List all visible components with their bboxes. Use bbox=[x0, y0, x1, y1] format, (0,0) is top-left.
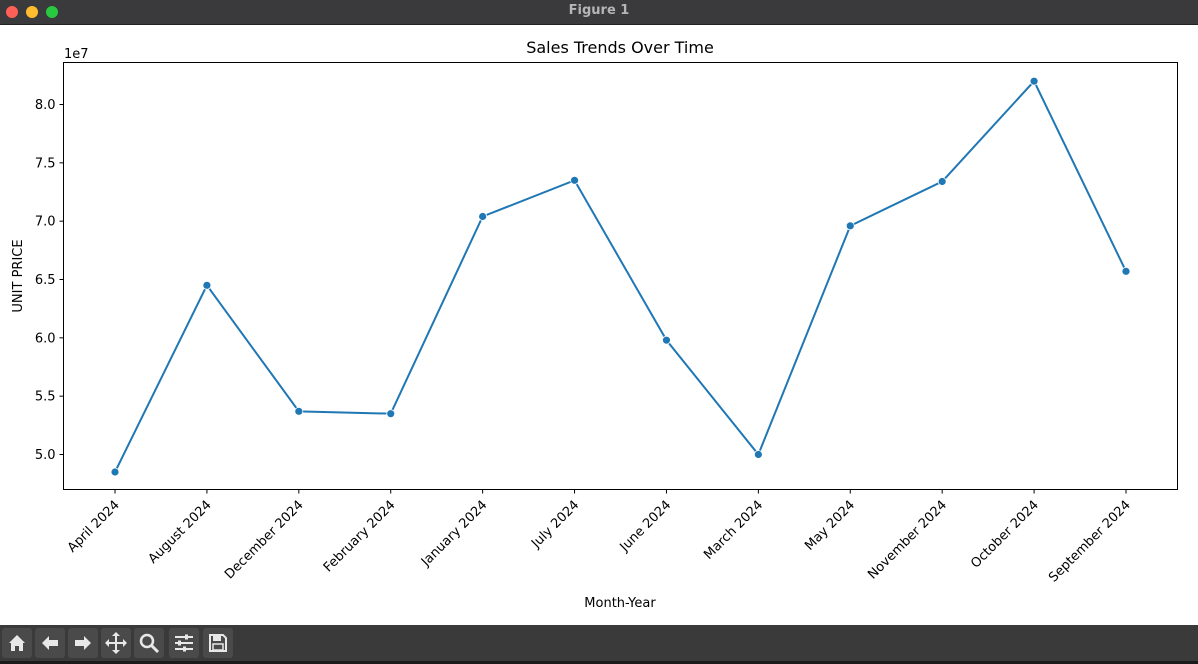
chart-title: Sales Trends Over Time bbox=[526, 38, 714, 57]
y-tick-label: 5.0 bbox=[35, 448, 56, 463]
back-arrow-icon bbox=[42, 636, 58, 650]
configure-subplots-button[interactable] bbox=[169, 628, 199, 658]
x-tick-label: November 2024 bbox=[865, 498, 950, 583]
data-point bbox=[110, 467, 120, 477]
y-tick-label: 7.5 bbox=[35, 156, 56, 171]
data-point bbox=[937, 177, 947, 186]
x-axis: April 2024 August 2024 December 2024 Februa… bbox=[65, 489, 1134, 586]
y-tick-label: 8.0 bbox=[35, 98, 56, 113]
x-tick-label: June 2024 bbox=[617, 498, 675, 556]
x-tick-label: May 2024 bbox=[802, 498, 858, 554]
forward-button[interactable] bbox=[68, 628, 98, 658]
data-point bbox=[202, 280, 212, 290]
figure-canvas: Sales Trends Over Time 1e7 5.0 5.5 6.0 6.5 7… bbox=[0, 25, 1198, 625]
y-axis-label: UNIT PRICE bbox=[11, 239, 26, 312]
save-button[interactable] bbox=[203, 628, 233, 658]
x-tick-label: January 2024 bbox=[418, 498, 490, 570]
series-points bbox=[110, 76, 1131, 477]
data-point bbox=[1029, 76, 1039, 86]
y-offset-label: 1e7 bbox=[64, 47, 89, 62]
data-point bbox=[294, 406, 304, 416]
x-tick-label: December 2024 bbox=[222, 498, 307, 583]
plot-area-frame bbox=[63, 62, 1178, 490]
window-title: Figure 1 bbox=[568, 3, 630, 18]
zoom-button[interactable] bbox=[134, 628, 164, 658]
y-axis: 5.0 5.5 6.0 6.5 7.0 7.5 8.0 bbox=[35, 98, 64, 463]
data-point bbox=[1121, 266, 1131, 276]
x-tick-label: March 2024 bbox=[701, 498, 766, 563]
x-axis-label: Month-Year bbox=[584, 596, 656, 611]
x-tick-label: October 2024 bbox=[968, 498, 1042, 572]
back-button[interactable] bbox=[35, 628, 65, 658]
data-point bbox=[662, 335, 671, 345]
pan-icon bbox=[105, 632, 127, 654]
pan-button[interactable] bbox=[101, 628, 131, 658]
series-line bbox=[114, 79, 1127, 473]
y-tick-label: 6.0 bbox=[35, 331, 56, 346]
data-point bbox=[570, 175, 579, 185]
data-point bbox=[478, 212, 488, 221]
y-tick-label: 5.5 bbox=[35, 390, 56, 405]
line-chart: Sales Trends Over Time 1e7 5.0 5.5 6.0 6.5 7… bbox=[11, 38, 1178, 611]
x-tick-label: September 2024 bbox=[1046, 498, 1134, 586]
x-tick-label: August 2024 bbox=[146, 498, 215, 567]
y-tick-label: 7.0 bbox=[35, 215, 56, 230]
home-button[interactable] bbox=[2, 628, 32, 658]
forward-arrow-icon bbox=[75, 636, 91, 650]
data-point bbox=[845, 221, 855, 231]
zoom-icon bbox=[139, 633, 160, 654]
x-tick-label: February 2024 bbox=[321, 498, 399, 576]
configure-subplots-icon bbox=[175, 634, 193, 652]
figure-toolbar bbox=[0, 625, 1198, 661]
save-icon bbox=[209, 634, 227, 652]
x-tick-label: April 2024 bbox=[65, 498, 123, 556]
data-point bbox=[753, 450, 763, 459]
data-point bbox=[386, 409, 396, 419]
home-icon bbox=[9, 635, 25, 651]
x-tick-label: July 2024 bbox=[528, 498, 582, 552]
window-titlebar: Figure 1 bbox=[0, 0, 1198, 25]
y-tick-label: 6.5 bbox=[35, 273, 56, 288]
